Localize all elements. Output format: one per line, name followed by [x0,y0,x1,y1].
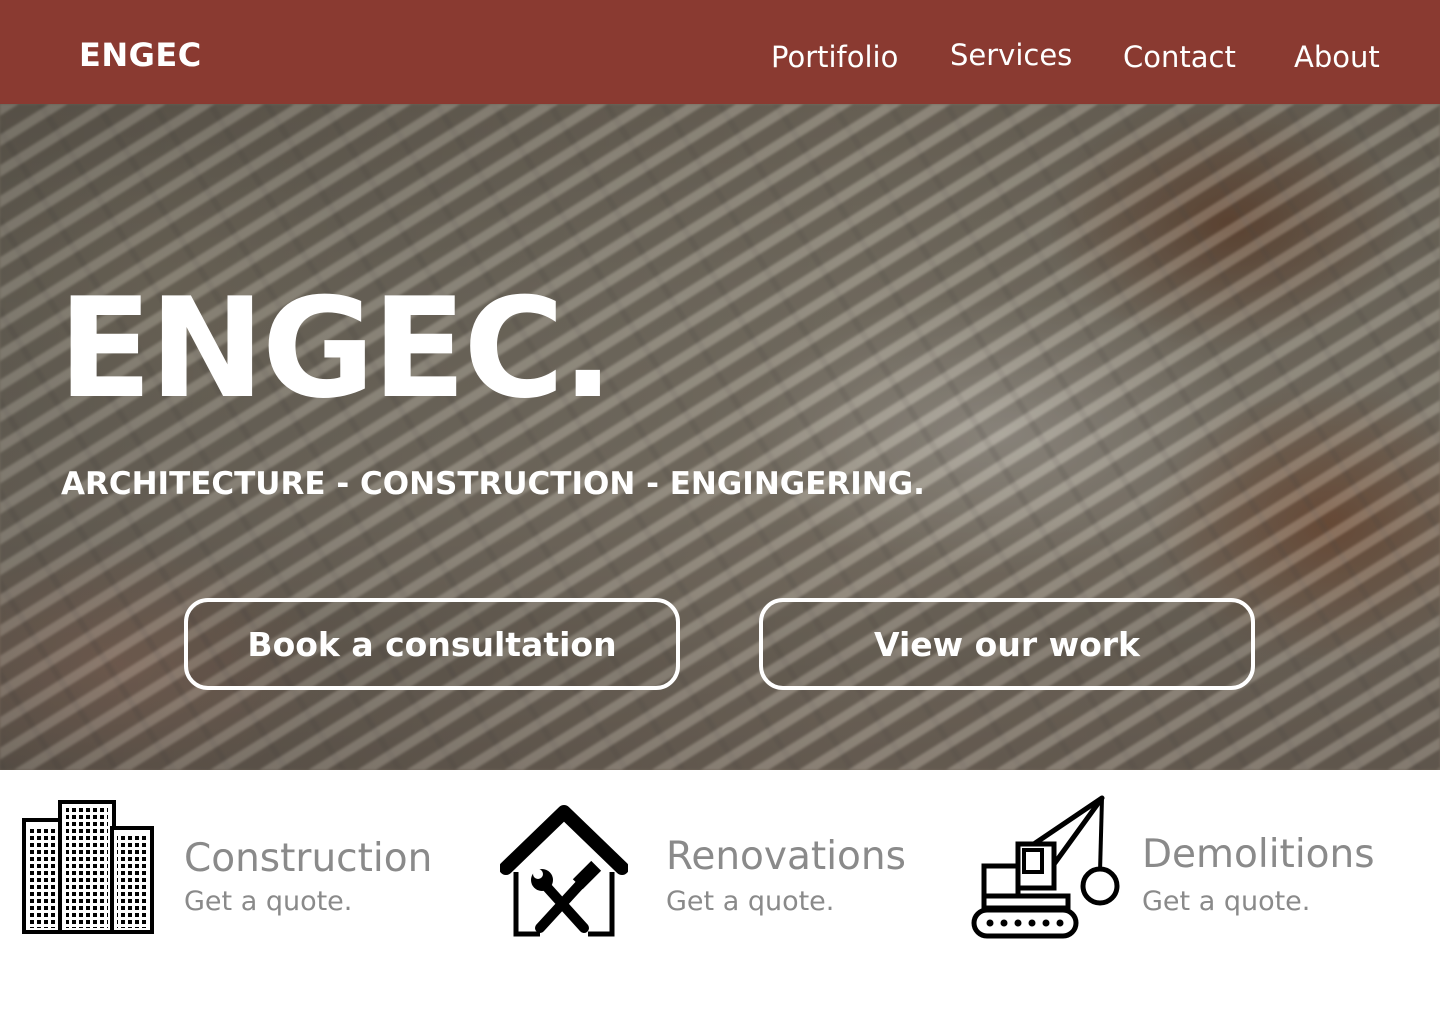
brand-logo[interactable]: ENGEC [79,36,202,74]
service-renovations[interactable]: Renovations Get a quote. [480,770,950,950]
hero-section: ENGEC. ARCHITECTURE - CONSTRUCTION - ENG… [0,104,1440,770]
nav-about[interactable]: About [1294,40,1380,74]
nav-services[interactable]: Services [950,38,1072,72]
buildings-icon [22,800,154,934]
service-construction[interactable]: Construction Get a quote. [0,770,470,950]
nav-contact[interactable]: Contact [1123,40,1236,74]
view-our-work-button[interactable]: View our work [759,598,1255,690]
service-quote-link[interactable]: Get a quote. [666,886,834,917]
service-title: Demolitions [1142,832,1375,877]
nav-portfolio[interactable]: Portifolio [771,40,898,74]
service-title: Renovations [666,834,906,879]
house-tools-icon [499,802,629,942]
service-quote-link[interactable]: Get a quote. [1142,886,1310,917]
hero-title: ENGEC. [58,268,614,429]
service-quote-link[interactable]: Get a quote. [184,886,352,917]
top-navigation-bar: ENGEC Portifolio Services Contact About [0,0,1440,104]
hero-subtitle: ARCHITECTURE - CONSTRUCTION - ENGINGERIN… [61,466,925,502]
wrecking-crane-icon [970,792,1130,942]
service-title: Construction [184,836,433,881]
service-demolitions[interactable]: Demolitions Get a quote. [960,770,1440,950]
book-consultation-button[interactable]: Book a consultation [184,598,680,690]
